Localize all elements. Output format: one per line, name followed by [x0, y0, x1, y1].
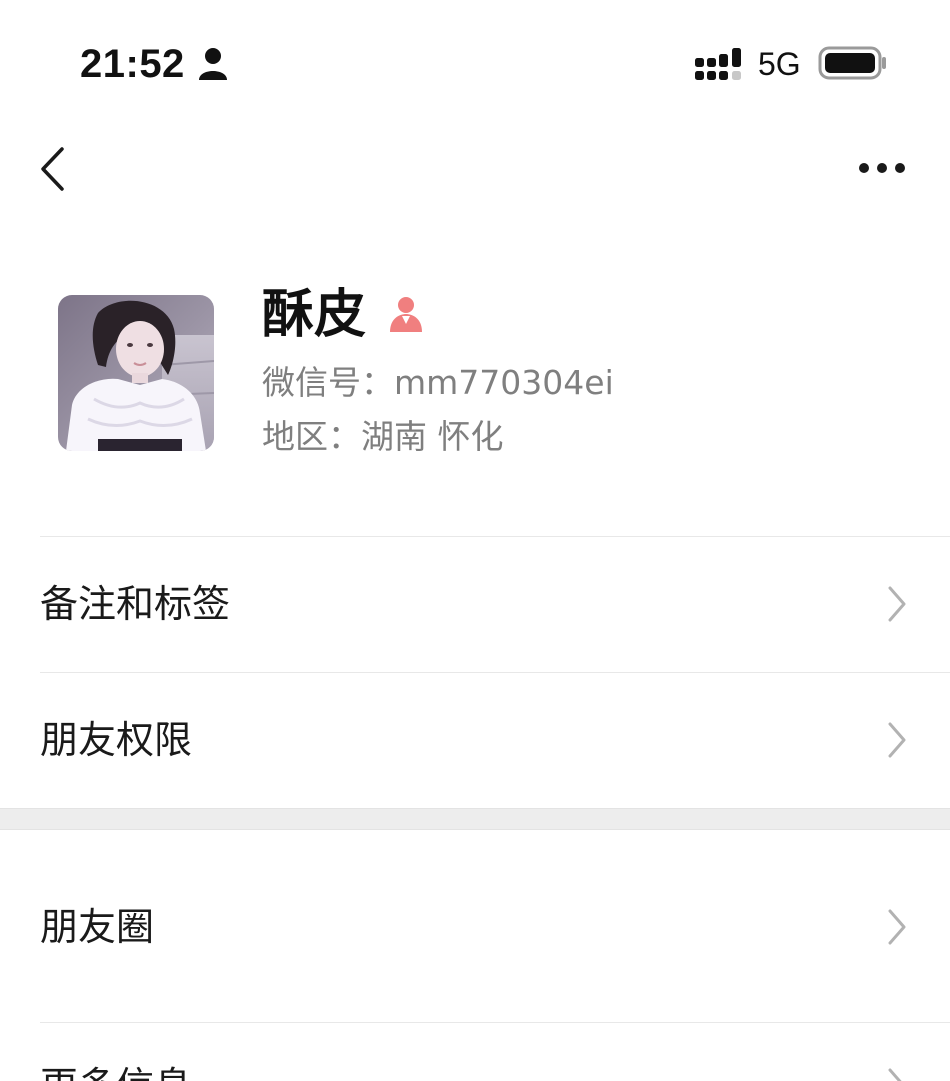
chevron-right-icon: [888, 1068, 902, 1081]
more-options-button[interactable]: [850, 150, 914, 186]
status-time: 21:52: [80, 42, 185, 86]
avatar-photo: [58, 295, 214, 451]
battery-icon: [818, 46, 886, 80]
network-type-label: 5G: [758, 46, 801, 82]
row-label: 备注和标签: [40, 582, 231, 626]
status-bar: 21:52 5G: [0, 0, 950, 120]
chevron-right-icon: [888, 909, 906, 945]
row-label: 朋友圈: [40, 905, 155, 949]
signal-icon: [695, 48, 741, 80]
row-label: 更多信息: [40, 1061, 192, 1081]
person-icon: [199, 48, 227, 80]
chevron-left-icon: [41, 147, 64, 191]
row-remarks-and-tags[interactable]: 备注和标签: [0, 537, 950, 671]
wechat-id-text: 微信号：mm770304ei: [262, 363, 614, 402]
profile-screen: 21:52 5G 酥皮 微信号：mm770304ei 地区：湖南 怀化 备注和标…: [0, 0, 950, 1081]
avatar[interactable]: [58, 295, 214, 451]
row-more-info[interactable]: 更多信息: [0, 1023, 950, 1081]
section-separator: [0, 808, 950, 830]
more-dots-icon: [859, 163, 905, 173]
profile-name: 酥皮: [262, 285, 367, 345]
row-friend-permissions[interactable]: 朋友权限: [0, 673, 950, 808]
chevron-right-icon: [888, 722, 906, 758]
row-label: 朋友权限: [40, 718, 193, 762]
region-text: 地区：湖南 怀化: [262, 417, 504, 456]
back-button[interactable]: [30, 140, 80, 198]
row-moments[interactable]: 朋友圈: [0, 830, 950, 1022]
chevron-right-icon: [888, 586, 906, 622]
female-icon: [390, 297, 422, 332]
